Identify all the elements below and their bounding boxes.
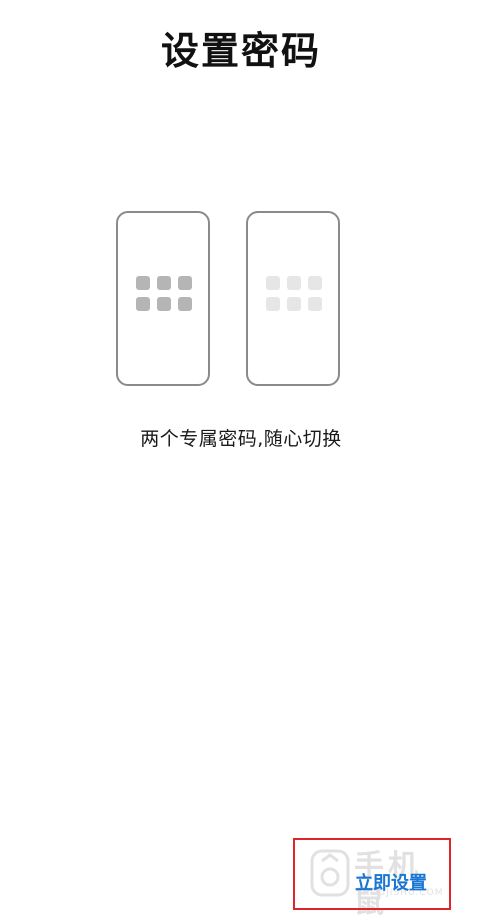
app-grid-icon — [266, 276, 324, 316]
phone-illustration-secondary — [246, 211, 340, 386]
app-tile — [178, 276, 192, 290]
app-tile — [136, 297, 150, 311]
app-tile — [308, 297, 322, 311]
set-now-button[interactable]: 立即设置 — [350, 870, 432, 898]
phones-illustration — [0, 211, 482, 391]
app-tile — [266, 297, 280, 311]
app-tile — [287, 297, 301, 311]
app-tile — [266, 276, 280, 290]
app-tile — [157, 297, 171, 311]
page-title: 设置密码 — [160, 29, 321, 73]
phone-illustration-primary — [116, 211, 210, 386]
app-tile — [136, 276, 150, 290]
app-tile — [308, 276, 322, 290]
app-tile — [287, 276, 301, 290]
app-tile — [157, 276, 171, 290]
feature-caption: 两个专属密码,随心切换 — [140, 428, 342, 450]
app-tile — [178, 297, 192, 311]
app-grid-icon — [136, 276, 194, 316]
